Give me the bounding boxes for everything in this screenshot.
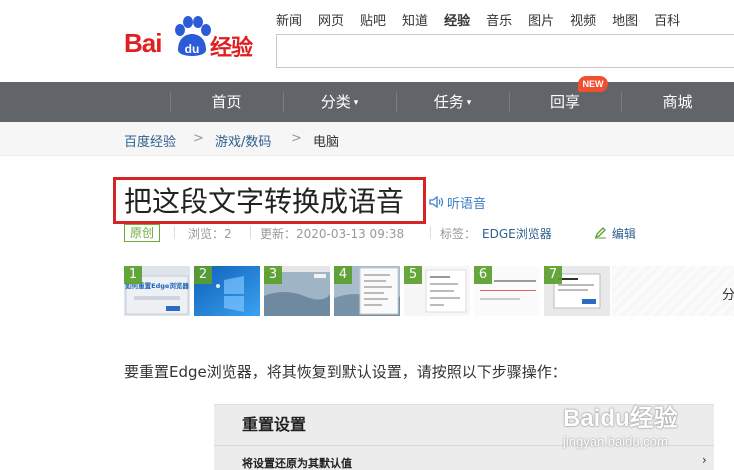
step-number: 5 — [404, 266, 422, 284]
step-thumbnail[interactable]: 3 — [264, 266, 330, 316]
step-number: 6 — [474, 266, 492, 284]
nav-category-label: 分类 — [320, 93, 351, 111]
new-badge: NEW — [578, 76, 608, 92]
watermark: Baidu经验 jingyan.baidu.com — [563, 392, 733, 464]
speaker-icon — [429, 195, 444, 209]
step-number: 3 — [264, 266, 282, 284]
tags-label: 标签： — [440, 227, 477, 241]
article-intro: 要重置Edge浏览器，将其恢复到默认设置，请按照以下步骤操作： — [124, 363, 567, 381]
paw-icon: du — [175, 16, 211, 56]
nav-tasks[interactable]: 任务 ▾ — [396, 82, 509, 122]
product-nav-item[interactable]: 新闻 — [276, 10, 302, 30]
step-number: 1 — [124, 266, 142, 284]
product-nav: 新闻 网页 贴吧 知道 经验 音乐 图片 视频 地图 百科 — [276, 10, 696, 30]
meta-divider — [430, 226, 431, 239]
product-nav-item[interactable]: 知道 — [402, 10, 428, 30]
logo-du-text: du — [185, 42, 200, 56]
chevron-down-icon: ▾ — [466, 98, 472, 108]
product-nav-item[interactable]: 百科 — [654, 10, 680, 30]
tag-link[interactable]: EDGE浏览器 — [482, 225, 552, 242]
product-nav-item[interactable]: 视频 — [570, 10, 596, 30]
product-nav-item[interactable]: 音乐 — [486, 10, 512, 30]
breadcrumb-item[interactable]: 游戏/数码 — [215, 131, 271, 150]
nav-category[interactable]: 分类 ▾ — [283, 82, 396, 122]
product-nav-item[interactable]: 贴吧 — [360, 10, 386, 30]
step-number: 4 — [334, 266, 352, 284]
meta-divider — [174, 226, 175, 239]
breadcrumb: 百度经验 > 游戏/数码 > 电脑 — [0, 122, 734, 156]
product-nav-item[interactable]: 地图 — [612, 10, 638, 30]
search-input[interactable] — [276, 34, 734, 68]
step-thumbnail[interactable]: 7 — [544, 266, 610, 316]
main-nav: 首页 分类 ▾ 任务 ▾ 回享 商城 — [0, 82, 734, 122]
step-number: 2 — [194, 266, 212, 284]
original-badge: 原创 — [124, 224, 160, 242]
nav-home-label: 首页 — [211, 93, 242, 111]
baidu-jingyan-logo[interactable]: Bai du 经验 — [124, 14, 264, 62]
step-number: 7 — [544, 266, 562, 284]
step-thumbnail[interactable]: 4 — [334, 266, 400, 316]
nav-share-label: 回享 — [549, 93, 580, 111]
logo-jingyan-text: 经验 — [210, 36, 253, 61]
breadcrumb-separator: > — [193, 131, 204, 146]
breadcrumb-current: 电脑 — [313, 135, 340, 150]
nav-mall-label: 商城 — [662, 93, 693, 111]
more-steps-button[interactable]: 分 — [722, 284, 734, 303]
step-thumbnail[interactable]: 2 — [194, 266, 260, 316]
edit-label: 编辑 — [611, 227, 636, 241]
listen-button[interactable]: 听语音 — [428, 192, 486, 212]
chevron-down-icon: ▾ — [353, 98, 359, 108]
top-header: Bai du 经验 新闻 网页 贴吧 知道 经验 音乐 图片 视频 地图 百科 — [0, 0, 734, 82]
step-thumbnail[interactable]: 5 — [404, 266, 470, 316]
product-nav-item[interactable]: 图片 — [528, 10, 554, 30]
edit-button[interactable]: 编辑 — [594, 225, 636, 242]
updated-time: 更新：2020-03-13 09:38 — [260, 227, 405, 241]
screenshot-row: 将设置还原为其默认值 — [242, 457, 352, 470]
article-meta: 原创 浏览：2 更新：2020-03-13 09:38 标签： EDGE浏览器 … — [124, 224, 724, 244]
thumbnail-overflow — [612, 266, 734, 316]
pencil-icon — [594, 227, 606, 239]
step-thumbnail[interactable]: 6 — [474, 266, 540, 316]
page-title: 把这段文字转换成语音 — [124, 185, 405, 218]
breadcrumb-item[interactable]: 百度经验 — [124, 131, 176, 150]
step-thumbnail[interactable]: 1 如何重置Edge浏览器 — [124, 266, 190, 316]
product-nav-item-active[interactable]: 经验 — [444, 10, 470, 30]
meta-divider — [250, 226, 251, 239]
logo-bai-text: Bai — [124, 28, 162, 58]
nav-tasks-label: 任务 — [433, 93, 464, 111]
nav-mall[interactable]: 商城 — [621, 82, 734, 122]
listen-label: 听语音 — [447, 196, 487, 212]
watermark-text: Baidu经验 — [563, 405, 678, 432]
nav-home[interactable]: 首页 — [170, 82, 283, 122]
breadcrumb-separator: > — [291, 131, 302, 146]
view-count: 浏览：2 — [188, 227, 232, 241]
product-nav-item[interactable]: 网页 — [318, 10, 344, 30]
screenshot-heading: 重置设置 — [242, 415, 307, 434]
watermark-url: jingyan.baidu.com — [563, 434, 668, 449]
